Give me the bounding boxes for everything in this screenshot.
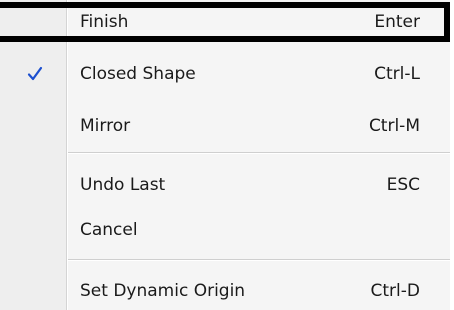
menu-separator <box>68 152 450 154</box>
menu-item-cancel[interactable]: Cancel <box>0 210 450 250</box>
menu-item-finish[interactable]: Finish Enter <box>0 2 450 42</box>
gutter-divider-highlight <box>67 0 68 310</box>
icon-gutter <box>0 0 66 310</box>
menu-item-label: Undo Last <box>80 175 166 195</box>
context-menu: Finish Enter Closed Shape Ctrl-L Mirror … <box>0 0 454 310</box>
menu-item-shortcut: Ctrl-M <box>368 116 420 136</box>
menu-item-set-dynamic-origin[interactable]: Set Dynamic Origin Ctrl-D <box>0 271 450 310</box>
menu-item-shortcut: ESC <box>386 175 420 195</box>
menu-item-shortcut: Enter <box>374 12 420 32</box>
menu-item-label: Closed Shape <box>80 64 196 84</box>
menu-item-label: Cancel <box>80 220 138 240</box>
menu-item-label: Mirror <box>80 116 131 136</box>
menu-item-mirror[interactable]: Mirror Ctrl-M <box>0 106 450 146</box>
checkmark-icon <box>27 66 43 81</box>
menu-item-shortcut: Ctrl-D <box>370 281 420 301</box>
menu-item-shortcut: Ctrl-L <box>374 64 420 84</box>
menu-item-label: Finish <box>80 12 129 32</box>
menu-item-label: Set Dynamic Origin <box>80 281 246 301</box>
menu-right-edge <box>450 0 454 310</box>
menu-separator <box>68 259 450 261</box>
menu-item-undo-last[interactable]: Undo Last ESC <box>0 165 450 205</box>
menu-item-closed-shape[interactable]: Closed Shape Ctrl-L <box>0 54 450 94</box>
